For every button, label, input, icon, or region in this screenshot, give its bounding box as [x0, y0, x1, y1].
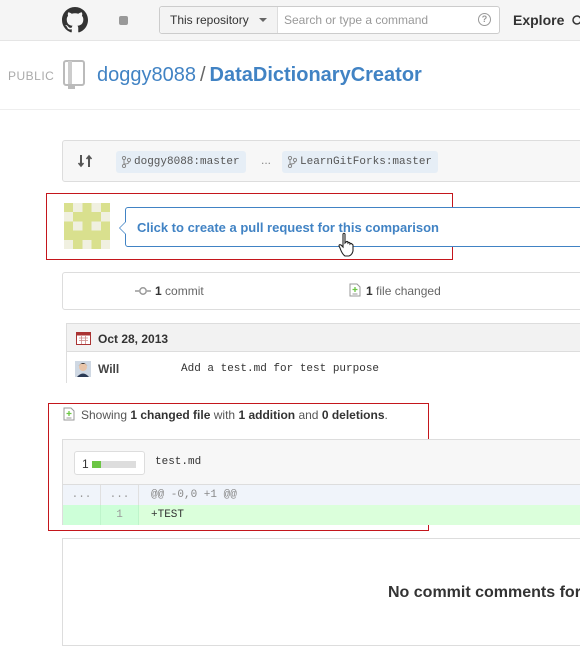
compare-arrows-icon[interactable]: [77, 153, 93, 169]
create-pull-request-label: Click to create a pull request for this …: [137, 220, 439, 235]
commit-date: Oct 28, 2013: [98, 332, 169, 346]
summary-suffix: .: [384, 408, 388, 422]
commits-count: 1: [155, 284, 162, 298]
help-icon[interactable]: ?: [478, 13, 491, 26]
summary-with: with: [213, 408, 236, 422]
notification-dot-icon[interactable]: [119, 16, 128, 25]
commits-label: commit: [165, 284, 204, 298]
repo-header: PUBLIC doggy8088/DataDictionaryCreator: [0, 42, 580, 110]
diffstat-count: 1: [82, 457, 89, 471]
head-branch-selector[interactable]: LearnGitForks:master: [282, 151, 439, 173]
compare-range-bar: doggy8088:master ... LearnGitForks:maste…: [62, 140, 580, 182]
commit-author-link[interactable]: Will: [98, 362, 119, 376]
nav-explore-link[interactable]: Explore: [513, 12, 564, 28]
branch-icon: [121, 156, 131, 168]
github-logo-icon[interactable]: [62, 7, 88, 33]
summary-and: and: [298, 408, 319, 422]
commit-message-link[interactable]: Add a test.md for test purpose: [181, 363, 379, 375]
base-branch-label: doggy8088:master: [134, 156, 240, 168]
added-line-text: +TEST: [151, 509, 185, 521]
file-diff-icon: [63, 407, 75, 421]
repo-owner-link[interactable]: doggy8088: [97, 64, 196, 86]
summary-additions: 1 addition: [238, 408, 296, 422]
repo-title: doggy8088/DataDictionaryCreator: [97, 64, 422, 87]
commits-stat-link[interactable]: 1 commit: [135, 284, 204, 298]
nav-next-item-edge-icon[interactable]: [572, 12, 580, 28]
no-comments-message: No commit comments for: [388, 584, 580, 601]
hand-cursor-icon: [338, 232, 354, 257]
branch-icon: [287, 156, 297, 168]
old-line-number[interactable]: [63, 505, 101, 525]
diffstat-additions-fill: [92, 461, 101, 468]
commit-icon: [135, 286, 151, 295]
repo-book-icon: [63, 60, 85, 89]
hunk-old-line-number[interactable]: ...: [63, 485, 101, 505]
diffstat-badge[interactable]: 1: [74, 451, 145, 475]
new-line-number[interactable]: 1: [101, 505, 139, 525]
file-diff-icon: [349, 283, 361, 297]
files-changed-stat-link[interactable]: 1 file changed: [349, 283, 441, 299]
base-branch-selector[interactable]: doggy8088:master: [116, 151, 246, 173]
range-separator: ...: [261, 153, 272, 167]
file-diff: 1 test.md ... ... @@ -0,0 +1 @@ 1 +TEST: [62, 439, 580, 525]
comparison-stats: 1 commit 1 file changed: [62, 272, 580, 310]
summary-prefix: Showing: [81, 408, 128, 422]
diff-file-name-link[interactable]: test.md: [155, 456, 201, 468]
diff-hunk-line: ... ... @@ -0,0 +1 @@: [63, 485, 580, 505]
file-diff-header: 1 test.md: [63, 440, 580, 485]
calendar-icon: [76, 332, 91, 345]
author-avatar[interactable]: [75, 361, 91, 377]
commit-row[interactable]: Will Add a test.md for test purpose: [67, 353, 580, 383]
top-navigation-bar: This repository ? Explore: [0, 0, 580, 41]
repo-visibility-label: PUBLIC: [8, 69, 55, 83]
files-count: 1: [366, 284, 373, 298]
summary-deletions: 0 deletions: [321, 408, 385, 422]
diff-added-line: 1 +TEST: [63, 505, 580, 525]
repo-path-separator: /: [199, 64, 206, 86]
diffstat-bar: [92, 461, 136, 468]
search-input[interactable]: [278, 7, 473, 33]
commit-list: Oct 28, 2013 Will Add a test.md for test…: [66, 323, 580, 383]
commit-comments-section: No commit comments for: [62, 538, 580, 646]
hunk-header-text: @@ -0,0 +1 @@: [151, 489, 237, 501]
chevron-down-icon: [259, 18, 267, 22]
diff-summary: Showing 1 changed file with 1 addition a…: [63, 407, 388, 423]
user-identicon-avatar[interactable]: [64, 203, 110, 249]
repo-name-link[interactable]: DataDictionaryCreator: [210, 64, 422, 86]
files-label: file changed: [376, 284, 441, 298]
search-scope-label: This repository: [170, 13, 249, 27]
head-branch-label: LearnGitForks:master: [300, 156, 433, 168]
hunk-new-line-number[interactable]: ...: [101, 485, 139, 505]
summary-changed-files: 1 changed file: [130, 408, 211, 422]
command-bar: This repository ?: [159, 6, 500, 34]
search-scope-dropdown[interactable]: This repository: [160, 7, 278, 33]
commit-date-group: Oct 28, 2013: [67, 324, 580, 352]
